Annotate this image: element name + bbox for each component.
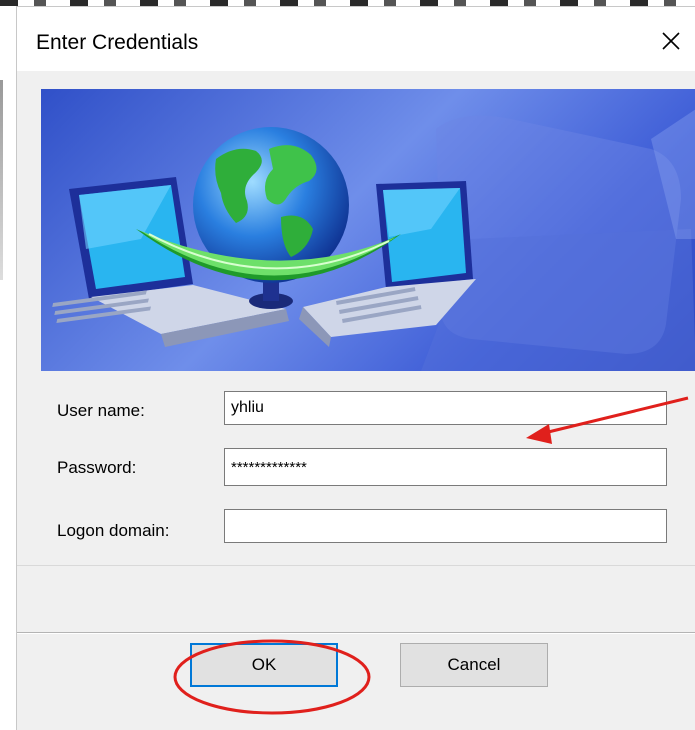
- close-icon: [662, 32, 680, 50]
- credentials-dialog: Enter Credentials User name: yhliu Passw…: [16, 6, 695, 730]
- ok-button[interactable]: OK: [190, 643, 338, 687]
- username-label: User name:: [57, 401, 145, 420]
- password-label: Password:: [57, 458, 137, 477]
- cancel-button[interactable]: Cancel: [400, 643, 548, 687]
- divider: [17, 565, 695, 566]
- username-input[interactable]: [224, 391, 667, 425]
- title-bar: Enter Credentials: [17, 7, 695, 71]
- network-banner: [41, 89, 695, 371]
- close-button[interactable]: [651, 21, 691, 61]
- network-globe-laptops-icon: [52, 109, 695, 371]
- domain-label: Logon domain:: [57, 521, 170, 540]
- dialog-title: Enter Credentials: [36, 31, 199, 54]
- logon-domain-input[interactable]: [224, 509, 667, 543]
- background-edge: [0, 80, 3, 280]
- button-area-divider-highlight: [17, 633, 695, 634]
- password-input[interactable]: [224, 448, 667, 486]
